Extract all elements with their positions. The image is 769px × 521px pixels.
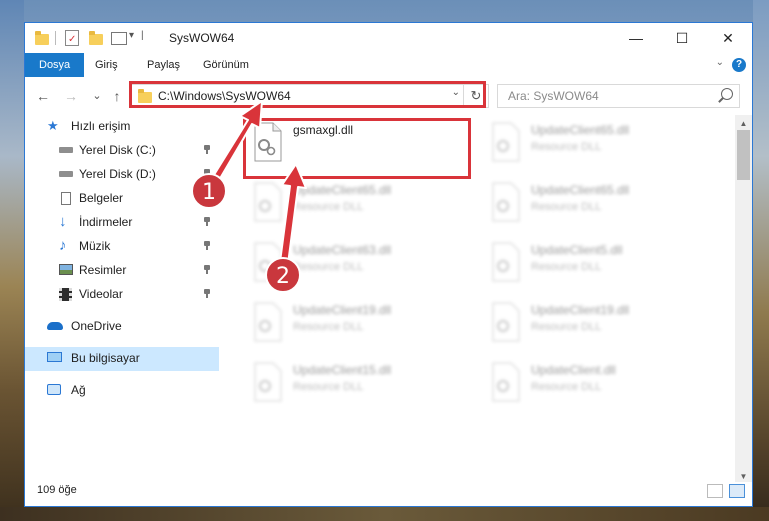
arrow-2 — [279, 163, 307, 265]
arrow-1 — [211, 100, 263, 183]
step-badge-2: 2 — [265, 257, 301, 293]
step-badge-1: 1 — [191, 173, 227, 209]
annotation-arrows — [211, 100, 307, 265]
